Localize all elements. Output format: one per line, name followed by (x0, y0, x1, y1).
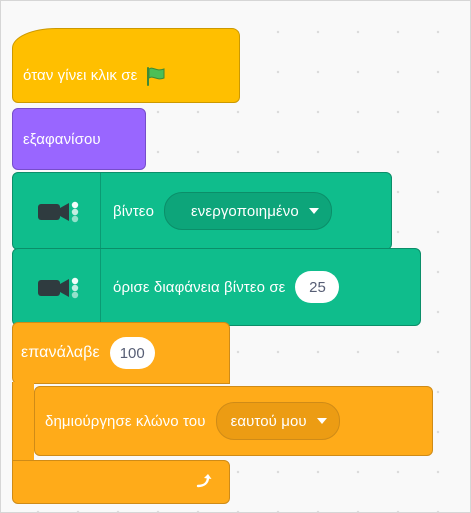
hide-block[interactable]: εξαφανίσου (12, 108, 146, 170)
create-clone-block[interactable]: δημιούργησε κλώνο του εαυτού μου (34, 386, 433, 456)
green-flag-icon (145, 66, 167, 86)
chevron-down-icon (308, 208, 319, 214)
video-state-value: ενεργοποιημένο (191, 202, 299, 220)
when-flag-clicked-label: όταν γίνει κλικ σε (23, 67, 138, 84)
clone-target-value: εαυτού μου (230, 412, 307, 430)
create-clone-label: δημιούργησε κλώνο του (45, 412, 206, 430)
repeat-label: επανάλαβε (21, 344, 100, 361)
video-camera-icon (13, 173, 101, 249)
video-toggle-block[interactable]: βίντεο ενεργοποιημένο (12, 172, 392, 250)
clone-target-dropdown[interactable]: εαυτού μου (215, 402, 340, 440)
hide-label: εξαφανίσου (23, 130, 101, 148)
repeat-block-header: επανάλαβε 100 (12, 322, 230, 384)
chevron-down-icon (316, 418, 327, 424)
transparency-input[interactable]: 25 (295, 271, 340, 303)
video-transparency-block[interactable]: όρισε διαφάνεια βίντεο σε 25 (12, 248, 421, 326)
video-state-dropdown[interactable]: ενεργοποιημένο (164, 192, 332, 230)
video-transparency-label: όρισε διαφάνεια βίντεο σε (113, 278, 286, 296)
loop-arrow-icon (195, 473, 213, 494)
video-toggle-label: βίντεο (113, 202, 155, 220)
repeat-block-footer (12, 460, 230, 504)
video-camera-icon (13, 249, 101, 325)
when-flag-clicked-block[interactable]: όταν γίνει κλικ σε (12, 28, 240, 103)
repeat-count-input[interactable]: 100 (109, 337, 155, 369)
repeat-block-arm (12, 382, 34, 462)
